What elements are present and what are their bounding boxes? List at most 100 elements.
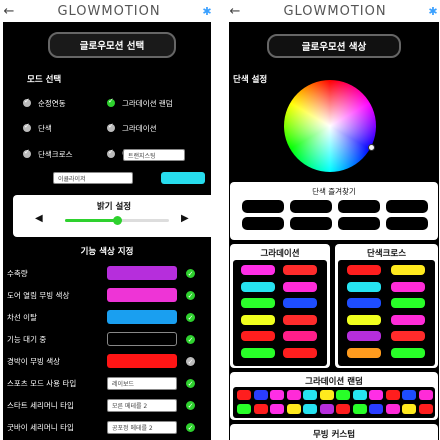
gradient-swatch[interactable] (283, 331, 317, 341)
random-swatch[interactable] (286, 404, 301, 414)
function-color-swatch[interactable] (107, 266, 177, 280)
function-check-icon[interactable]: ✓ (186, 357, 195, 366)
random-swatch[interactable] (319, 404, 334, 414)
brightness-slider-knob[interactable] (113, 216, 122, 225)
cross-swatch[interactable] (391, 298, 425, 308)
random-swatch[interactable] (237, 390, 251, 400)
cross-swatch[interactable] (391, 265, 425, 275)
favorite-slot[interactable] (242, 200, 284, 213)
gradient-swatch[interactable] (241, 347, 275, 358)
gradient-swatch[interactable] (241, 298, 275, 308)
random-swatch[interactable] (418, 404, 433, 414)
random-swatch[interactable] (270, 404, 284, 414)
gradient-swatch[interactable] (283, 281, 317, 292)
random-swatch[interactable] (402, 404, 416, 414)
cross-swatch[interactable] (347, 281, 381, 292)
left-header-button[interactable]: 글로우모션 선택 (48, 32, 176, 58)
gradient-swatch[interactable] (283, 265, 317, 275)
function-type-field[interactable]: 공포정 메테를 2 (107, 421, 177, 434)
gradient-swatch[interactable] (283, 314, 317, 325)
right-header-button[interactable]: 글로우모션 색상 (267, 34, 401, 58)
random-swatch[interactable] (369, 404, 383, 414)
back-arrow-icon[interactable]: ← (226, 4, 244, 19)
cross-swatch[interactable] (347, 265, 381, 275)
random-swatch[interactable] (303, 404, 317, 414)
cross-swatch[interactable] (391, 347, 425, 358)
gradient-swatch[interactable] (283, 347, 317, 358)
dance-color-swatch[interactable] (161, 172, 205, 184)
app-title: GLOWMOTION (57, 3, 161, 19)
cross-swatch[interactable] (391, 331, 425, 341)
brightness-up-icon[interactable]: ▶ (181, 213, 189, 224)
function-check-icon[interactable]: ✓ (186, 423, 195, 432)
gradient-swatch[interactable] (241, 265, 275, 275)
favorite-slot[interactable] (338, 217, 380, 230)
dance-pattern-field[interactable]: 이큘라이저 (53, 172, 133, 184)
random-swatch[interactable] (303, 390, 317, 400)
mode-radio[interactable]: ✓ (107, 122, 115, 132)
function-color-swatch[interactable] (107, 332, 177, 346)
cross-swatch[interactable] (391, 314, 425, 325)
function-check-icon[interactable]: ✓ (186, 335, 195, 344)
cross-pattern-field[interactable]: 트랜지스팅 (123, 149, 185, 161)
function-check-icon[interactable]: ✓ (186, 401, 195, 410)
function-check-icon[interactable]: ✓ (186, 379, 195, 388)
mode-radio[interactable]: ✓ (107, 148, 115, 158)
cross-swatch[interactable] (347, 347, 381, 358)
mode-radio[interactable]: ✓ (23, 122, 31, 132)
random-swatch[interactable] (319, 390, 334, 400)
favorite-slot[interactable] (242, 217, 284, 230)
brightness-title: 밝기 설정 (96, 202, 132, 212)
moving-custom-card[interactable]: 무빙 커스텀 (230, 424, 438, 440)
cross-swatch[interactable] (347, 331, 381, 341)
function-check-icon[interactable]: ✓ (186, 291, 195, 300)
random-swatch[interactable] (237, 404, 251, 414)
random-swatch[interactable] (253, 390, 268, 400)
function-type-field[interactable]: 레이보드 (107, 377, 177, 390)
check-icon: ✓ (108, 148, 114, 156)
brightness-slider-track[interactable] (65, 216, 169, 225)
gradient-swatch[interactable] (283, 298, 317, 308)
favorite-slot[interactable] (290, 217, 332, 230)
function-color-swatch[interactable] (107, 310, 177, 324)
random-swatch[interactable] (352, 390, 367, 400)
color-wheel-handle[interactable] (368, 144, 375, 151)
back-arrow-icon[interactable]: ← (0, 4, 18, 19)
random-swatch[interactable] (385, 390, 400, 400)
check-icon: ✓ (108, 97, 114, 105)
gradient-swatch[interactable] (241, 314, 275, 325)
random-swatch[interactable] (336, 404, 350, 414)
random-swatch[interactable] (270, 390, 284, 400)
function-color-swatch[interactable] (107, 354, 177, 368)
random-swatch[interactable] (369, 390, 383, 400)
favorite-slot[interactable] (386, 200, 428, 213)
cross-swatch[interactable] (347, 314, 381, 325)
random-swatch[interactable] (253, 404, 268, 414)
random-swatch[interactable] (418, 390, 433, 400)
random-swatch[interactable] (286, 390, 301, 400)
mode-radio[interactable]: ✓ (23, 148, 31, 158)
function-label: 굿바이 세리머니 타입 (7, 423, 74, 432)
random-swatch[interactable] (385, 404, 400, 414)
mode-radio[interactable]: ✓ (23, 97, 31, 107)
check-icon: ✓ (24, 122, 30, 130)
favorite-slot[interactable] (386, 217, 428, 230)
brightness-down-icon[interactable]: ◀ (35, 213, 43, 224)
favorite-slot[interactable] (290, 200, 332, 213)
random-title: 그라데이션 랜덤 (305, 377, 363, 387)
random-swatch[interactable] (402, 390, 416, 400)
favorite-slot[interactable] (338, 200, 380, 213)
function-check-icon[interactable]: ✓ (186, 269, 195, 278)
mode-radio[interactable]: ✓ (107, 97, 115, 107)
function-color-swatch[interactable] (107, 288, 177, 302)
gradient-swatch[interactable] (241, 281, 275, 292)
function-check-icon[interactable]: ✓ (186, 313, 195, 322)
check-icon: ✓ (24, 148, 30, 156)
function-type-field[interactable]: 모른 메테를 2 (107, 399, 177, 412)
cross-swatch[interactable] (391, 281, 425, 292)
cross-swatch[interactable] (347, 298, 381, 308)
gradient-swatch[interactable] (241, 331, 275, 341)
color-wheel[interactable] (284, 80, 376, 172)
random-swatch[interactable] (352, 404, 367, 414)
random-swatch[interactable] (336, 390, 350, 400)
